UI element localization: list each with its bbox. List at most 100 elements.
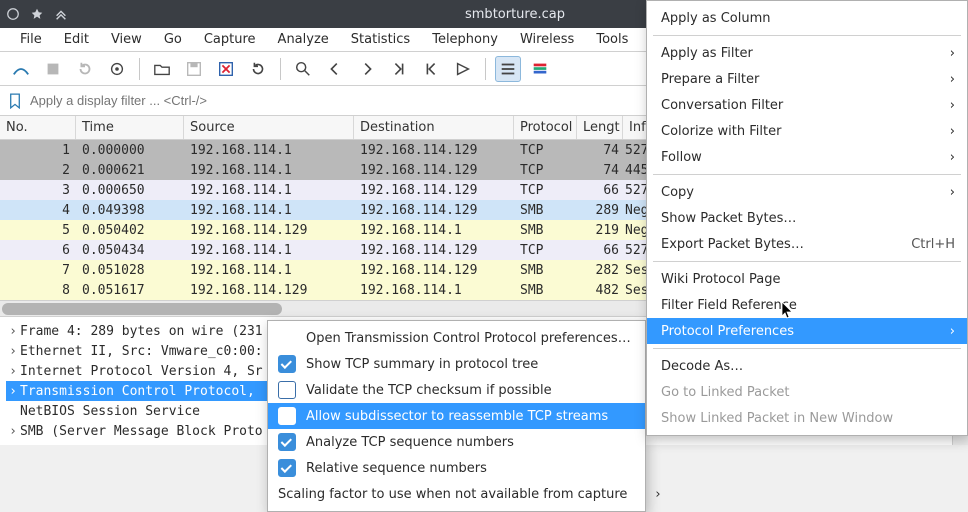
bookmark-icon[interactable] (6, 90, 24, 112)
window-menu-icon[interactable] (6, 7, 20, 21)
cell: 192.168.114.129 (184, 283, 354, 298)
start-capture-icon[interactable] (8, 56, 34, 82)
ctx-colorize-filter[interactable]: Colorize with Filter › (647, 118, 967, 144)
menu-capture[interactable]: Capture (194, 29, 266, 50)
menu-go[interactable]: Go (154, 29, 192, 50)
tree-label: Frame 4: 289 bytes on wire (231 (20, 324, 263, 339)
menu-label: Follow (661, 150, 702, 165)
cell: 6 (0, 243, 76, 258)
submenu-show-summary[interactable]: Show TCP summary in protocol tree (268, 351, 645, 377)
submenu-open-prefs[interactable]: Open Transmission Control Protocol prefe… (268, 325, 645, 351)
col-header-no[interactable]: No. (0, 116, 76, 139)
colorize-icon[interactable] (527, 56, 553, 82)
packet-context-menu: Apply as Column Apply as Filter › Prepar… (646, 0, 968, 436)
col-header-destination[interactable]: Destination (354, 116, 514, 139)
submenu-scaling-factor[interactable]: Scaling factor to use when not available… (268, 481, 645, 507)
ctx-wiki-protocol-page[interactable]: Wiki Protocol Page (647, 266, 967, 292)
ctx-follow[interactable]: Follow › (647, 144, 967, 170)
submenu-validate-checksum[interactable]: Validate the TCP checksum if possible (268, 377, 645, 403)
submenu-allow-reassemble[interactable]: Allow subdissector to reassemble TCP str… (268, 403, 645, 429)
ctx-apply-as-column[interactable]: Apply as Column (647, 5, 967, 31)
menu-separator (653, 348, 961, 349)
menu-telephony[interactable]: Telephony (422, 29, 508, 50)
menu-label: Copy (661, 185, 694, 200)
menu-label: Show Packet Bytes… (661, 211, 796, 226)
menu-file[interactable]: File (10, 29, 52, 50)
ctx-export-packet-bytes[interactable]: Export Packet Bytes… Ctrl+H (647, 231, 967, 257)
submenu-analyze-seq[interactable]: Analyze TCP sequence numbers (268, 429, 645, 455)
chevron-right-icon: › (922, 72, 955, 87)
find-packet-icon[interactable] (290, 56, 316, 82)
tree-label: NetBIOS Session Service (20, 404, 200, 419)
cell: 192.168.114.1 (354, 283, 514, 298)
menu-separator (653, 35, 961, 36)
cell: 74 (577, 163, 623, 178)
menu-label: Decode As… (661, 359, 743, 374)
cell: 0.049398 (76, 203, 184, 218)
cell: 1 (0, 143, 76, 158)
pin-icon[interactable] (30, 7, 44, 21)
go-to-packet-icon[interactable] (450, 56, 476, 82)
cell: 192.168.114.1 (184, 263, 354, 278)
cell: 3 (0, 183, 76, 198)
ctx-filter-field-reference[interactable]: Filter Field Reference (647, 292, 967, 318)
ctx-apply-as-filter[interactable]: Apply as Filter › (647, 40, 967, 66)
save-file-icon (181, 56, 207, 82)
cell: 219 (577, 223, 623, 238)
menu-statistics[interactable]: Statistics (341, 29, 420, 50)
ctx-copy[interactable]: Copy › (647, 179, 967, 205)
menu-view[interactable]: View (101, 29, 152, 50)
cell: TCP (514, 243, 577, 258)
caret-right-icon: › (6, 424, 20, 439)
tree-label: Ethernet II, Src: Vmware_c0:00: (20, 344, 263, 359)
menu-tools[interactable]: Tools (586, 29, 638, 50)
tree-label: SMB (Server Message Block Proto (20, 424, 263, 439)
toolbar-separator (280, 58, 281, 80)
reload-file-icon[interactable] (245, 56, 271, 82)
cell: SMB (514, 263, 577, 278)
menu-label: Filter Field Reference (661, 298, 797, 313)
ctx-show-packet-bytes[interactable]: Show Packet Bytes… (647, 205, 967, 231)
ctx-conversation-filter[interactable]: Conversation Filter › (647, 92, 967, 118)
menu-analyze[interactable]: Analyze (268, 29, 339, 50)
cell: 192.168.114.1 (184, 203, 354, 218)
menu-wireless[interactable]: Wireless (510, 29, 584, 50)
ctx-prepare-filter[interactable]: Prepare a Filter › (647, 66, 967, 92)
cell: 0.051028 (76, 263, 184, 278)
cell: 192.168.114.129 (354, 203, 514, 218)
ctx-decode-as[interactable]: Decode As… (647, 353, 967, 379)
scrollbar-thumb[interactable] (2, 303, 282, 315)
cell: 7 (0, 263, 76, 278)
col-header-length[interactable]: Lengt (577, 116, 623, 139)
submenu-relative-seq[interactable]: Relative sequence numbers (268, 455, 645, 481)
col-header-source[interactable]: Source (184, 116, 354, 139)
chevron-up-icon[interactable] (54, 7, 68, 21)
tree-label: Transmission Control Protocol, (20, 384, 255, 399)
cell: 8 (0, 283, 76, 298)
capture-options-icon[interactable] (104, 56, 130, 82)
restart-capture-icon (72, 56, 98, 82)
cell: 0.050434 (76, 243, 184, 258)
go-previous-icon[interactable] (322, 56, 348, 82)
cell: 192.168.114.1 (184, 143, 354, 158)
cell: 4 (0, 203, 76, 218)
col-header-time[interactable]: Time (76, 116, 184, 139)
checkbox-icon (278, 459, 296, 477)
checkbox-icon (278, 407, 296, 425)
menu-label: Relative sequence numbers (306, 461, 487, 476)
chevron-right-icon: › (922, 124, 955, 139)
menu-label: Wiki Protocol Page (661, 272, 780, 287)
checkbox-icon (278, 355, 296, 373)
menu-label: Analyze TCP sequence numbers (306, 435, 514, 450)
menu-edit[interactable]: Edit (54, 29, 99, 50)
open-file-icon[interactable] (149, 56, 175, 82)
menu-label: Allow subdissector to reassemble TCP str… (306, 409, 608, 424)
col-header-protocol[interactable]: Protocol (514, 116, 577, 139)
go-next-icon[interactable] (354, 56, 380, 82)
go-last-icon[interactable] (386, 56, 412, 82)
ctx-protocol-preferences[interactable]: Protocol Preferences › (647, 318, 967, 344)
cell: 192.168.114.129 (184, 223, 354, 238)
go-first-icon[interactable] (418, 56, 444, 82)
close-file-icon[interactable] (213, 56, 239, 82)
autoscroll-icon[interactable] (495, 56, 521, 82)
